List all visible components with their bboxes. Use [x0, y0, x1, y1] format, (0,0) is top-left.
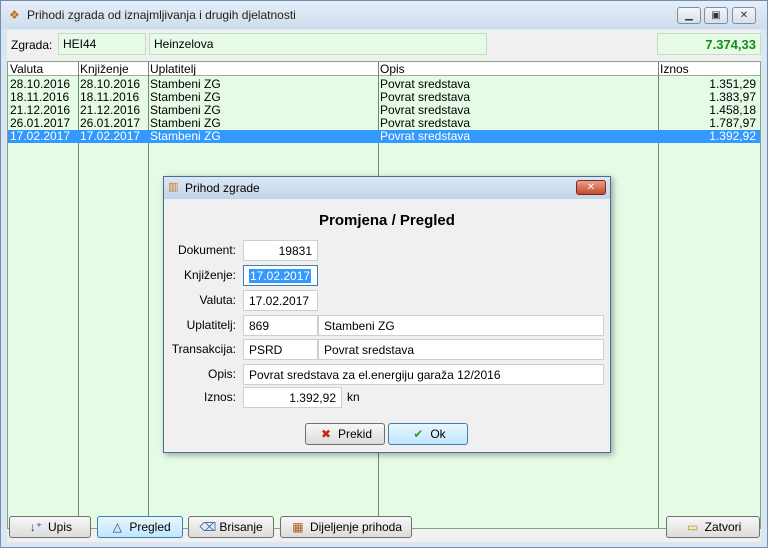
- column-header-uplatitelj[interactable]: Uplatitelj: [148, 62, 378, 76]
- knjizenje-value: 17.02.2017: [249, 269, 312, 283]
- knjizenje-label: Knjiženje:: [183, 268, 236, 282]
- cell-knjizenje: 21.12.2016: [80, 104, 141, 117]
- cell-uplatitelj: Stambeni ZG: [150, 91, 221, 104]
- ok-label: Ok: [430, 427, 446, 441]
- zgrada-code-field[interactable]: HEI44: [58, 33, 146, 55]
- iznos-field[interactable]: 1.392,92: [243, 387, 342, 408]
- pregled-button[interactable]: △ Pregled: [97, 516, 183, 538]
- dokument-field[interactable]: 19831: [243, 240, 318, 261]
- iznos-label: Iznos:: [203, 390, 236, 404]
- uplatitelj-name-field: Stambeni ZG: [318, 315, 604, 336]
- zatvori-label: Zatvori: [704, 520, 742, 534]
- dijeljenje-prihoda-button[interactable]: ▦ Dijeljenje prihoda: [280, 516, 412, 538]
- ok-button[interactable]: ✔ Ok: [388, 423, 468, 445]
- brisanje-label: Brisanje: [219, 520, 263, 534]
- cell-knjizenje: 18.11.2016: [80, 91, 140, 104]
- add-arrow-icon: ↓⁺: [29, 520, 43, 534]
- dokument-label: Dokument:: [177, 243, 236, 257]
- building-chart-icon: ▥: [168, 181, 179, 193]
- folder-close-icon: ▭: [686, 520, 699, 534]
- iznos-unit: kn: [347, 390, 360, 404]
- uplatitelj-code-field[interactable]: 869: [243, 315, 318, 336]
- checkmark-icon: ✔: [413, 427, 424, 441]
- upis-label: Upis: [47, 520, 72, 534]
- column-header-knjizenje[interactable]: Knjiženje: [78, 62, 148, 76]
- cell-iznos: 1.392,92: [709, 130, 756, 143]
- brisanje-button[interactable]: ⌫ Brisanje: [188, 516, 274, 538]
- zgrada-row: Zgrada: HEI44 Heinzelova 7.374,33: [7, 30, 761, 58]
- cell-knjizenje: 17.02.2017: [80, 130, 141, 143]
- cell-iznos: 1.351,29: [709, 78, 756, 91]
- view-triangle-icon: △: [112, 520, 122, 534]
- uplatitelj-label: Uplatitelj:: [186, 318, 236, 332]
- zgrada-label: Zgrada:: [11, 38, 53, 52]
- valuta-field[interactable]: 17.02.2017: [243, 290, 318, 311]
- table-row[interactable]: 21.12.2016 21.12.2016 Stambeni ZG Povrat sr…: [8, 104, 760, 117]
- table-row[interactable]: 17.02.2017 17.02.2017 Stambeni ZG Povrat sr…: [8, 130, 760, 143]
- eraser-icon: ⌫: [199, 520, 217, 534]
- cell-valuta: 18.11.2016: [10, 91, 70, 104]
- minimize-button[interactable]: ▁: [677, 7, 701, 24]
- opis-field[interactable]: Povrat sredstava za el.energiju garaža 1…: [243, 364, 604, 385]
- cancel-x-icon: ✖: [320, 427, 332, 441]
- cell-opis: Povrat sredstava: [380, 130, 471, 143]
- dialog-close-button[interactable]: ✕: [576, 180, 606, 195]
- transakcija-name-field: Povrat sredstava: [318, 339, 604, 360]
- knjizenje-field[interactable]: 17.02.2017: [243, 265, 318, 286]
- cell-iznos: 1.458,18: [709, 104, 756, 117]
- prekid-button[interactable]: ✖ Prekid: [305, 423, 385, 445]
- cell-uplatitelj: Stambeni ZG: [150, 117, 221, 130]
- cell-opis: Povrat sredstava: [380, 78, 471, 91]
- bottom-toolbar: ↓⁺ Upis △ Pregled ⌫ Brisanje ▦ Dijeljenje pr…: [7, 516, 761, 540]
- cell-opis: Povrat sredstava: [380, 91, 471, 104]
- cell-knjizenje: 28.10.2016: [80, 78, 141, 91]
- cell-valuta: 17.02.2017: [10, 130, 71, 143]
- dialog-heading: Promjena / Pregled: [319, 212, 455, 229]
- valuta-label: Valuta:: [199, 293, 236, 307]
- cell-iznos: 1.383,97: [709, 91, 756, 104]
- dialog-title-bar[interactable]: ▥ Prihod zgrade ✕: [164, 177, 610, 199]
- upis-button[interactable]: ↓⁺ Upis: [9, 516, 91, 538]
- cell-uplatitelj: Stambeni ZG: [150, 130, 221, 143]
- cell-uplatitelj: Stambeni ZG: [150, 104, 221, 117]
- table-row[interactable]: 28.10.2016 28.10.2016 Stambeni ZG Povrat sr…: [8, 78, 760, 91]
- cell-valuta: 21.12.2016: [10, 104, 71, 117]
- building-money-icon: ❖: [9, 8, 20, 22]
- transakcija-label: Transakcija:: [171, 342, 236, 356]
- dijeljenje-label: Dijeljenje prihoda: [309, 520, 403, 534]
- column-header-valuta[interactable]: Valuta: [8, 62, 78, 76]
- window-title: Prihodi zgrada od iznajmljivanja i drugi…: [27, 8, 296, 22]
- cell-knjizenje: 26.01.2017: [80, 117, 141, 130]
- zgrada-total: 7.374,33: [657, 33, 761, 55]
- cell-uplatitelj: Stambeni ZG: [150, 78, 221, 91]
- table-row[interactable]: 26.01.2017 26.01.2017 Stambeni ZG Povrat sr…: [8, 117, 760, 130]
- cell-valuta: 28.10.2016: [10, 78, 71, 91]
- prihod-zgrade-dialog: ▥ Prihod zgrade ✕ Promjena / Pregled Dok…: [163, 176, 611, 453]
- cell-opis: Povrat sredstava: [380, 104, 471, 117]
- zatvori-button[interactable]: ▭ Zatvori: [666, 516, 760, 538]
- title-bar[interactable]: ❖ Prihodi zgrada od iznajmljivanja i dru…: [1, 1, 767, 29]
- cell-valuta: 26.01.2017: [10, 117, 71, 130]
- column-header-opis[interactable]: Opis: [378, 62, 658, 76]
- split-income-icon: ▦: [292, 520, 304, 534]
- table-row[interactable]: 18.11.2016 18.11.2016 Stambeni ZG Povrat sr…: [8, 91, 760, 104]
- dialog-title: Prihod zgrade: [185, 181, 260, 195]
- cell-iznos: 1.787,97: [709, 117, 756, 130]
- maximize-button[interactable]: ▣: [704, 7, 728, 24]
- zgrada-name-field: Heinzelova: [149, 33, 487, 55]
- transakcija-code-field[interactable]: PSRD: [243, 339, 318, 360]
- opis-label: Opis:: [207, 367, 236, 381]
- close-button[interactable]: ✕: [732, 7, 756, 24]
- cell-opis: Povrat sredstava: [380, 117, 471, 130]
- pregled-label: Pregled: [129, 520, 171, 534]
- prekid-label: Prekid: [337, 427, 372, 441]
- column-header-iznos[interactable]: Iznos: [658, 62, 760, 76]
